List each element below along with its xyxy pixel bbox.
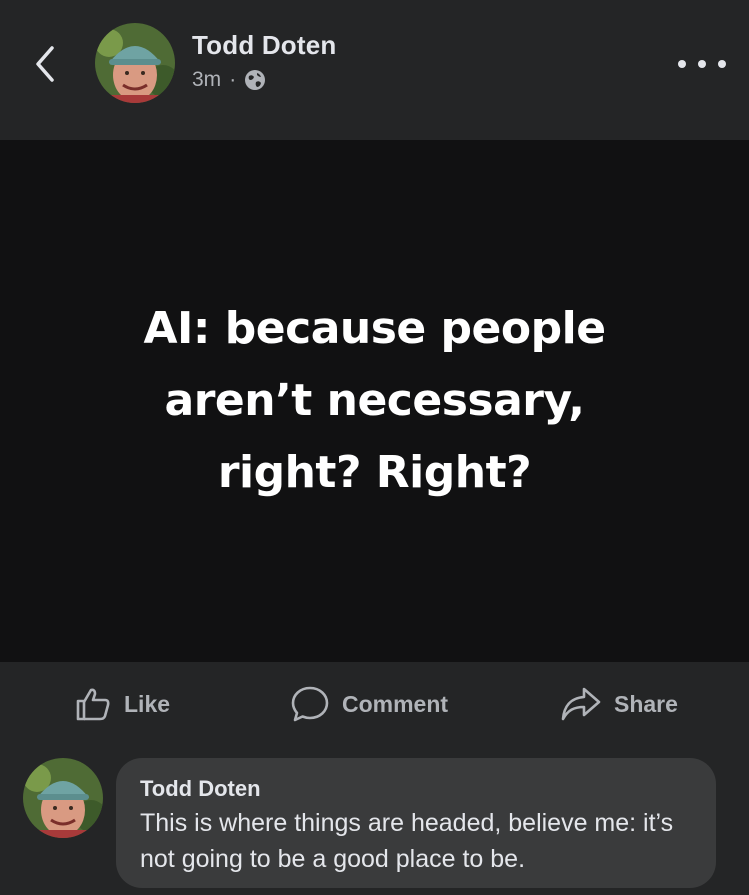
comment-item: Todd Doten This is where things are head… bbox=[0, 744, 749, 895]
post-meta: 3m · bbox=[192, 68, 266, 92]
share-arrow-icon bbox=[561, 687, 601, 721]
comment-text: This is where things are headed, believe… bbox=[140, 809, 674, 873]
more-horizontal-icon-dot bbox=[718, 60, 726, 68]
avatar-image bbox=[95, 23, 175, 103]
commenter-avatar[interactable] bbox=[23, 758, 103, 838]
chevron-left-icon bbox=[36, 46, 54, 82]
comment-bubble-icon bbox=[291, 686, 329, 722]
comment-author[interactable]: Todd Doten bbox=[140, 776, 692, 802]
more-horizontal-icon-dot bbox=[678, 60, 686, 68]
avatar-image bbox=[23, 758, 103, 838]
meta-separator: · bbox=[229, 68, 237, 91]
post-text: AI: because people aren’t necessary, rig… bbox=[143, 303, 606, 498]
author-avatar[interactable] bbox=[95, 23, 175, 103]
post-header: Todd Doten 3m · bbox=[0, 0, 749, 140]
like-label: Like bbox=[124, 690, 171, 717]
comment-bubble[interactable]: Todd Doten This is where things are head… bbox=[116, 758, 716, 888]
more-options-button[interactable] bbox=[678, 50, 726, 78]
comment-label: Comment bbox=[342, 690, 449, 717]
post-text-card[interactable]: AI: because people aren’t necessary, rig… bbox=[0, 140, 749, 662]
post-actions-bar: Like Comment Share bbox=[0, 662, 749, 744]
globe-icon bbox=[245, 70, 266, 90]
post-timestamp[interactable]: 3m bbox=[192, 68, 221, 92]
share-button[interactable]: Share bbox=[560, 682, 678, 726]
share-label: Share bbox=[614, 690, 678, 717]
author-name[interactable]: Todd Doten bbox=[192, 30, 336, 61]
thumbs-up-icon bbox=[76, 688, 110, 721]
back-button[interactable] bbox=[28, 42, 62, 86]
more-horizontal-icon-dot bbox=[698, 60, 706, 68]
like-button[interactable]: Like bbox=[74, 682, 170, 726]
comment-button[interactable]: Comment bbox=[290, 682, 448, 726]
